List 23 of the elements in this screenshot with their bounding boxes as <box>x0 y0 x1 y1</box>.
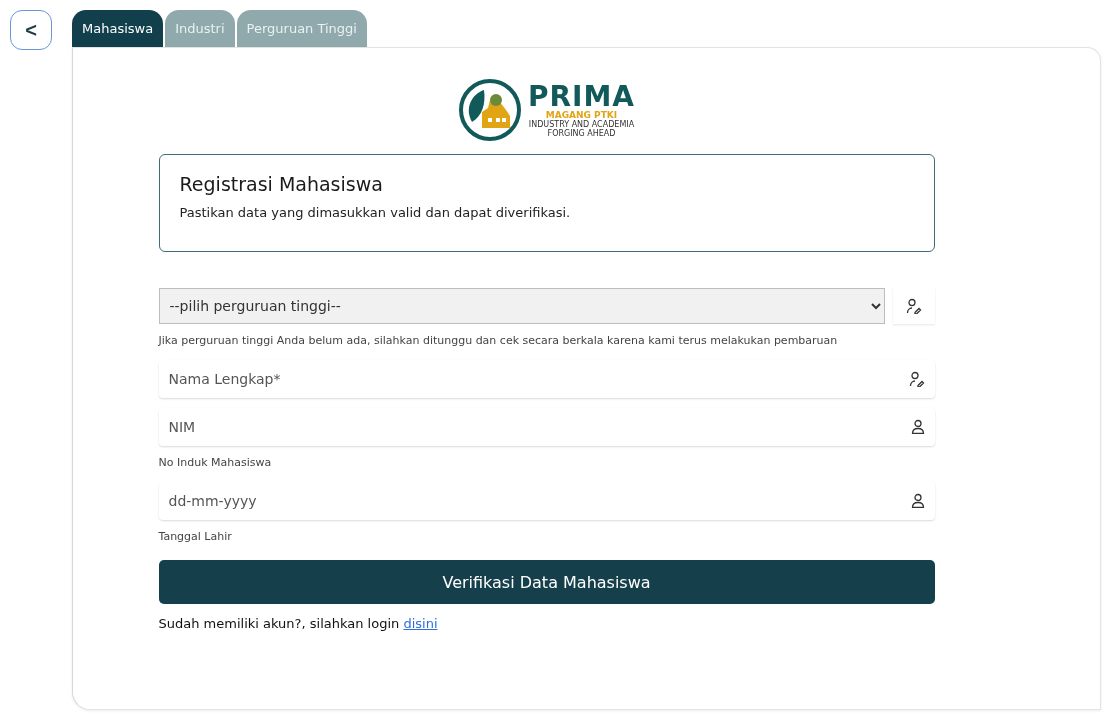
user-icon <box>910 419 925 434</box>
field-hint: Jika perguruan tinggi Anda belum ada, silahkan ditunggu dan cek secara berkala karena kami terus melakukan pembaruan <box>158 333 839 349</box>
input-field[interactable]: Nama Lengkap* <box>158 360 935 398</box>
login-link[interactable]: disini <box>403 616 438 631</box>
login-prompt: Sudah memiliki akun?, silahkan login disini <box>158 616 439 631</box>
field-hint: Tanggal Lahir <box>158 529 233 545</box>
input-field[interactable]: NIM <box>158 408 935 446</box>
verify-button[interactable]: Verifikasi Data Mahasiswa <box>158 560 935 604</box>
user-edit-icon <box>905 298 922 314</box>
logo-tagline: INDUSTRY AND ACADEMIA <box>528 120 635 129</box>
field-hint: No Induk Mahasiswa <box>158 455 273 471</box>
logo-emblem-icon <box>457 78 522 142</box>
logo-subtitle: MAGANG PTKI <box>545 110 618 120</box>
input-field[interactable]: dd-mm-yyyy <box>158 482 935 520</box>
tab[interactable]: Mahasiswa <box>72 10 164 47</box>
logo-title: PRIMA <box>527 82 635 111</box>
form-title: Registrasi Mahasiswa <box>179 173 384 195</box>
form-description: Pastikan data yang dimasukkan valid dan dapat diverifikasi. <box>179 205 572 220</box>
back-button[interactable]: < <box>10 10 52 50</box>
logo-tagline: FORGING AHEAD <box>547 129 616 138</box>
university-select[interactable]: --pilih perguruan tinggi-- <box>158 288 885 324</box>
user-icon <box>910 493 925 508</box>
user-edit-icon <box>908 371 925 387</box>
